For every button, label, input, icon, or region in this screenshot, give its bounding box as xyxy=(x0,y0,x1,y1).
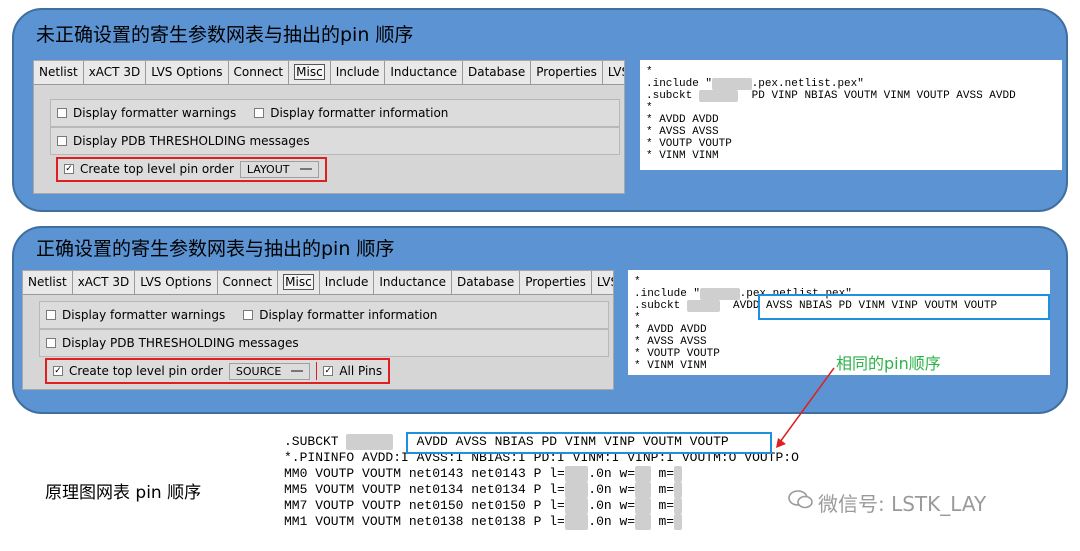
device-line: MM7 VOUTP VOUTP net0150 net0150 P l=xxx.… xyxy=(284,498,799,514)
watermark-text: 微信号: LSTK_LAY xyxy=(818,492,987,516)
wechat-icon xyxy=(788,489,814,516)
watermark: 微信号: LSTK_LAY xyxy=(788,488,986,517)
schematic-label: 原理图网表 pin 顺序 xyxy=(45,483,202,503)
redacted-name: xxxxxx xyxy=(346,434,394,450)
device-line: MM5 VOUTM VOUTP net0134 net0134 P l=xxx.… xyxy=(284,482,799,498)
schematic-pin-order-highlight xyxy=(406,432,772,454)
device-line: MM1 VOUTM VOUTM net0138 net0138 P l=xxx.… xyxy=(284,514,799,530)
device-line: MM0 VOUTP VOUTM net0143 net0143 P l=xxx.… xyxy=(284,466,799,482)
